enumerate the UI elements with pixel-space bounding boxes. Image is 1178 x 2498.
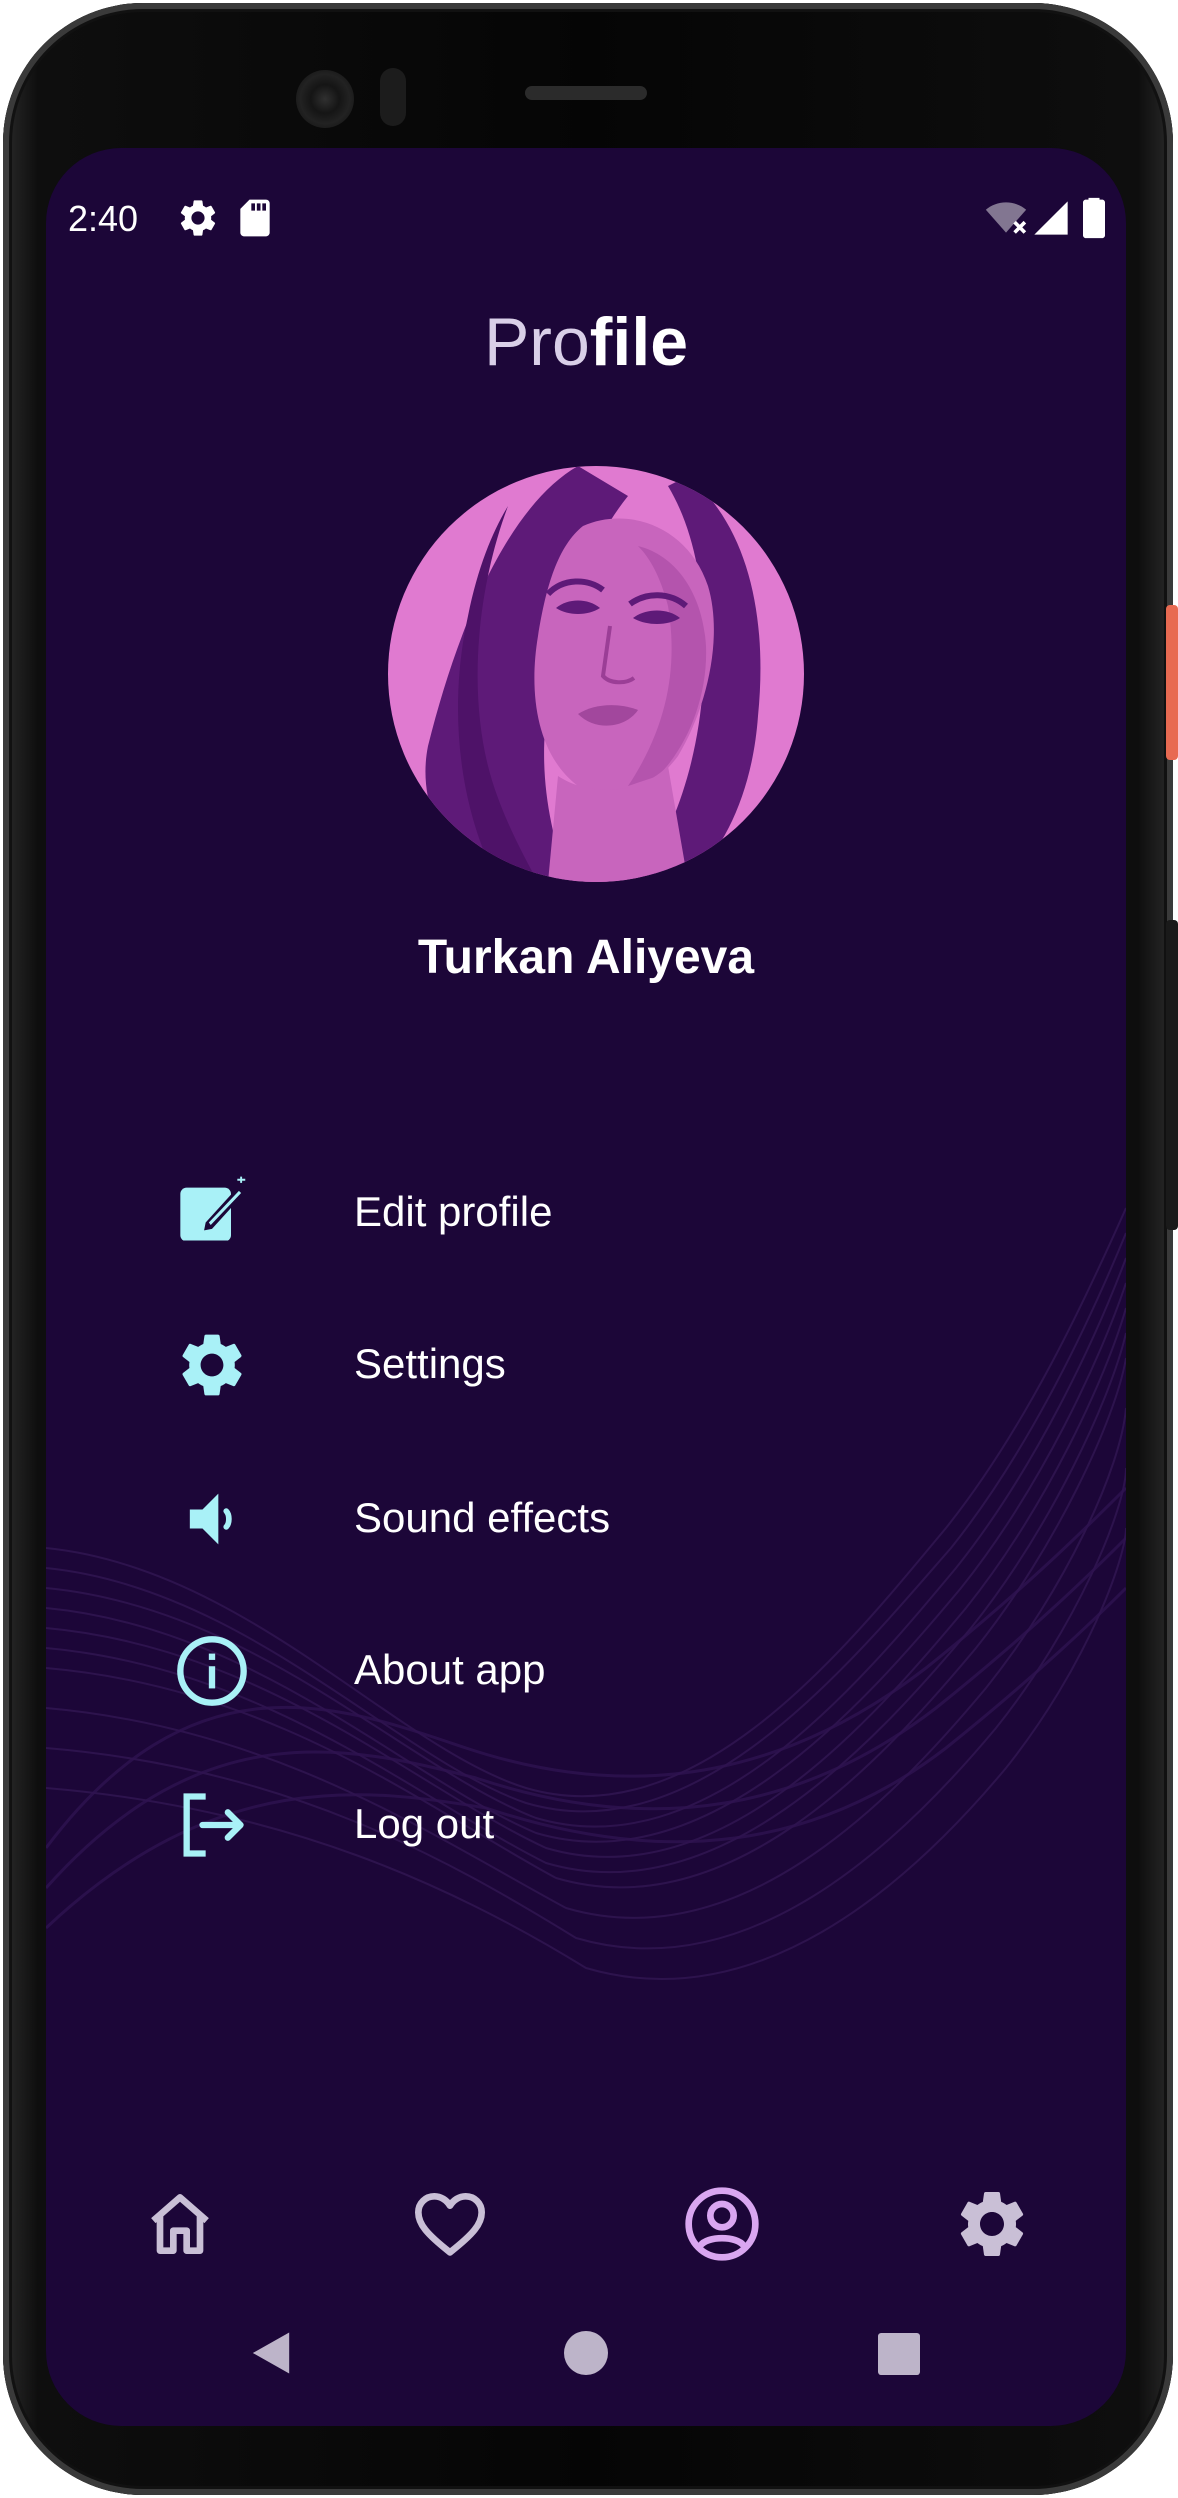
signal-icon [1034,201,1068,235]
status-bar: 2:40 [46,188,1126,248]
earpiece-speaker [525,86,647,100]
avatar[interactable] [388,466,804,882]
menu-item-log-out[interactable]: Log out [106,1760,1066,1890]
recents-icon[interactable] [878,2333,920,2375]
sd-card-icon [240,199,270,237]
menu-item-sound-effects[interactable]: Sound effects [106,1454,1066,1584]
speaker-icon [189,1493,232,1545]
menu-item-about-app[interactable]: About app [106,1606,1066,1736]
home-icon[interactable] [140,2184,220,2264]
page-title-light: Pro [483,304,590,380]
menu-item-settings[interactable]: Settings [106,1300,1066,1430]
menu-item-edit-profile[interactable]: Edit profile [106,1148,1066,1278]
power-button [1166,605,1178,760]
edit-note-icon [180,1176,246,1243]
page-title-bold: file [589,304,689,380]
screen: 2:40 Profile Turkan Aliyeva Edit profile… [46,148,1126,2426]
menu-label: About app [354,1646,546,1693]
settings-icon [180,200,216,236]
info-icon [177,1636,247,1706]
bottom-navigation [46,2168,1126,2288]
menu-label: Log out [354,1800,495,1847]
logout-icon [183,1793,244,1857]
menu-label: Sound effects [354,1494,611,1541]
system-navigation [46,2303,1126,2413]
front-camera [296,70,354,128]
volume-rocker [1166,920,1178,1230]
home-circle-icon[interactable] [564,2331,608,2375]
wifi-off-icon [985,202,1027,234]
account-icon[interactable] [682,2184,762,2264]
proximity-sensor [380,68,406,126]
avatar-illustration [388,466,804,882]
menu-label: Edit profile [354,1188,553,1235]
back-icon[interactable] [248,2328,294,2378]
user-name: Turkan Aliyeva [417,931,755,984]
page-title: Profile [46,303,1126,381]
menu-label: Settings [354,1340,506,1387]
battery-icon [1083,197,1105,239]
gear-icon[interactable] [952,2184,1032,2264]
status-time: 2:40 [68,198,139,239]
gear-icon [182,1334,242,1396]
heart-icon[interactable] [410,2184,490,2264]
